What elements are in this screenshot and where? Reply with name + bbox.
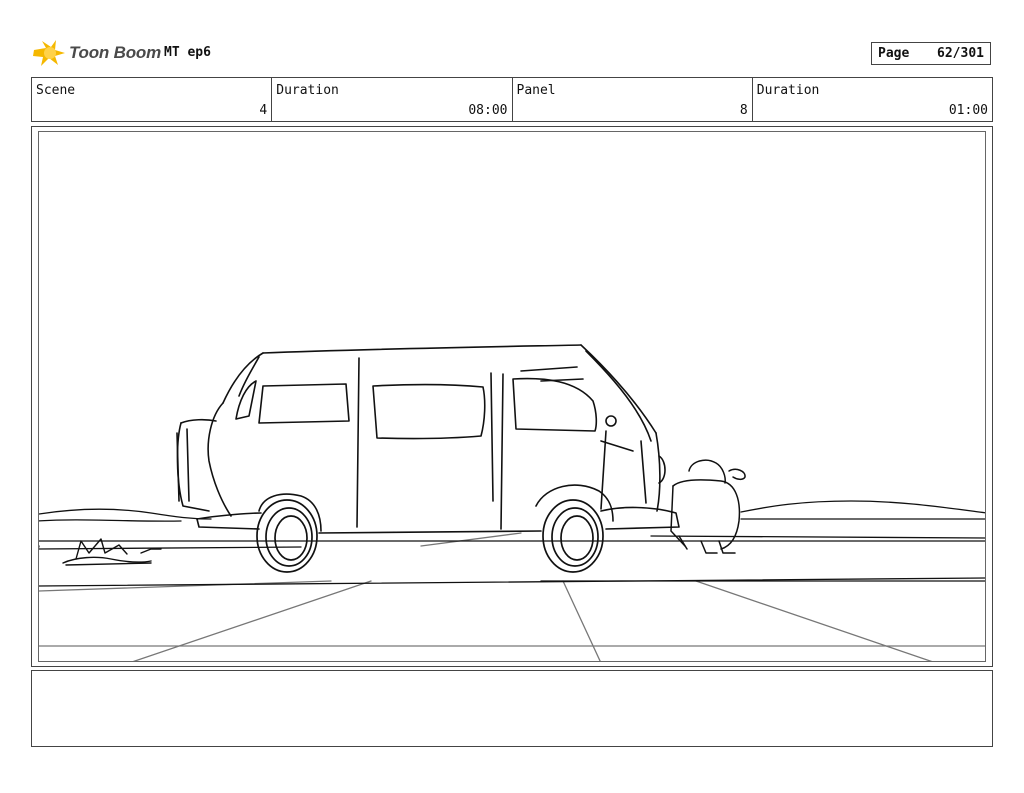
scene-duration-value: 08:00 xyxy=(468,103,508,118)
page-value: 62/301 xyxy=(937,46,984,61)
scene-cell: Scene 4 xyxy=(32,78,273,121)
storyboard-sketch xyxy=(39,344,985,661)
panel-label: Panel xyxy=(516,83,556,98)
roadside-debris xyxy=(62,538,162,566)
toon-boom-logo: Toon Boom xyxy=(32,38,161,68)
ground-perspective-lines xyxy=(39,532,985,661)
horizon-lines xyxy=(39,500,985,587)
panel-notes xyxy=(31,670,993,747)
panel-cell: Panel 8 xyxy=(513,78,753,121)
page-counter: Page 62/301 xyxy=(871,42,991,65)
panel-duration-cell: Duration 01:00 xyxy=(753,78,992,121)
production-title: MT ep6 xyxy=(164,45,211,60)
panel-duration-label: Duration xyxy=(756,83,820,98)
logo-text: Toon Boom xyxy=(69,43,161,62)
panel-frame xyxy=(38,131,986,662)
scene-duration-cell: Duration 08:00 xyxy=(272,78,513,121)
scene-value: 4 xyxy=(259,103,268,118)
van-wheel-rear xyxy=(542,499,604,573)
van-wheel-front xyxy=(256,499,318,573)
toon-boom-burst-icon xyxy=(33,40,65,66)
panel-info-row: Scene 4 Duration 08:00 Panel 8 Duration … xyxy=(31,77,993,122)
scene-duration-label: Duration xyxy=(276,83,339,98)
character-sketch xyxy=(670,459,746,554)
panel-value: 8 xyxy=(739,103,748,118)
van-sketch xyxy=(176,344,680,534)
scene-label: Scene xyxy=(36,83,76,98)
page-label: Page xyxy=(878,46,910,61)
panel-duration-value: 01:00 xyxy=(948,103,988,118)
